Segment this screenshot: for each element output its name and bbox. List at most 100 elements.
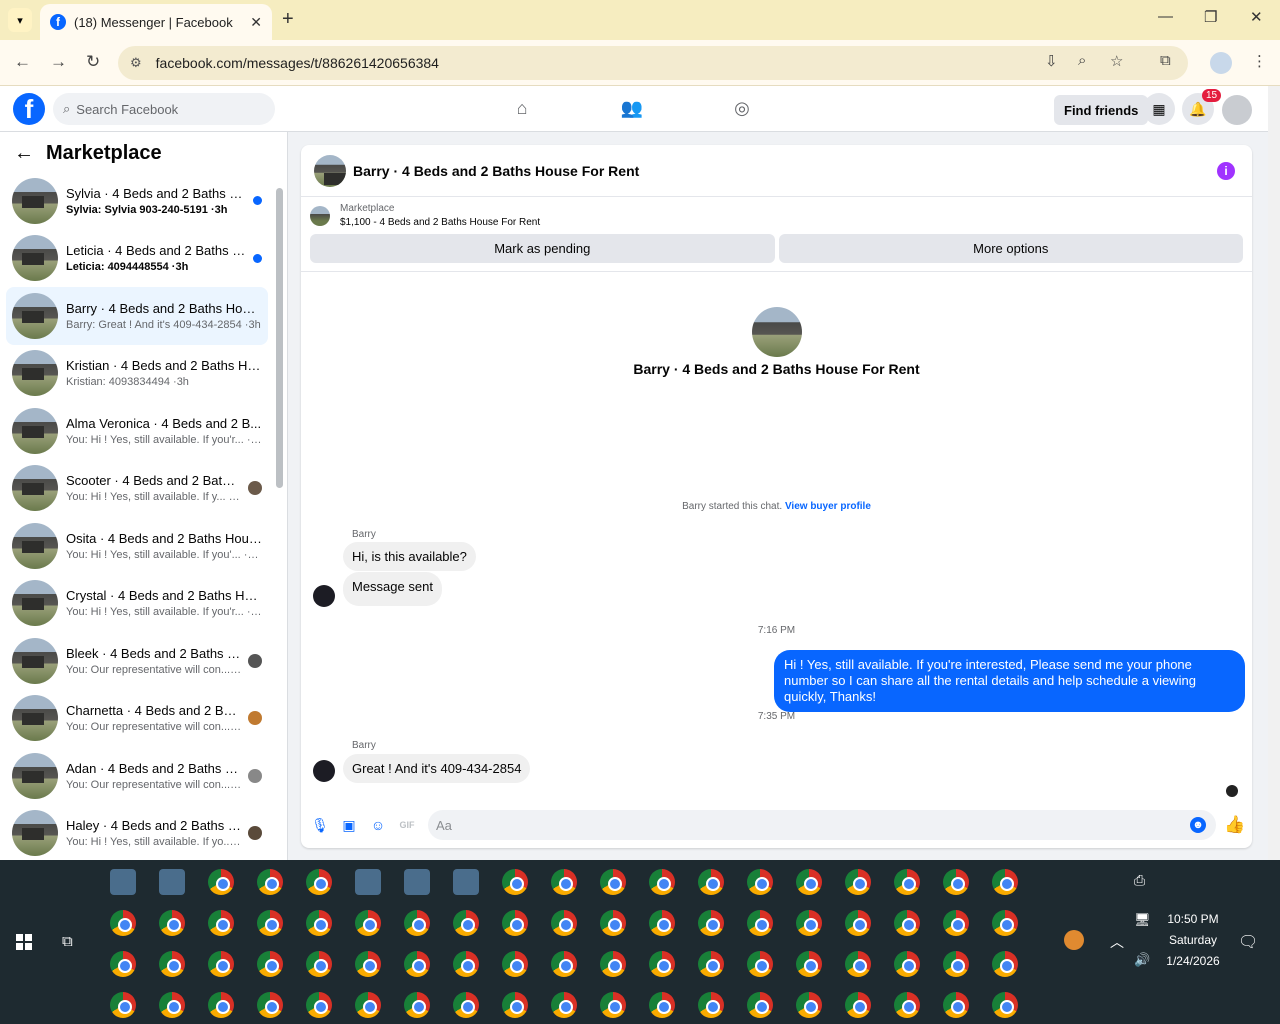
taskbar-app-icon[interactable]	[502, 951, 528, 977]
taskbar-app-icon[interactable]	[600, 910, 626, 936]
back-arrow-icon[interactable]: ←	[14, 142, 34, 165]
taskbar-app-icon[interactable]	[110, 910, 136, 936]
menu-grid-icon[interactable]: ▦	[1143, 93, 1175, 125]
taskbar-app-icon[interactable]	[306, 910, 332, 936]
taskbar-app-icon[interactable]	[943, 951, 969, 977]
taskbar-app-icon[interactable]	[404, 951, 430, 977]
taskbar-app-icon[interactable]	[355, 910, 381, 936]
taskbar-app-icon[interactable]	[159, 992, 185, 1018]
sticker-icon[interactable]: ☺	[370, 817, 386, 833]
taskbar-app-icon[interactable]	[306, 951, 332, 977]
tray-device-icon[interactable]: ⎙	[1134, 872, 1145, 889]
extensions-icon[interactable]: ⧉	[1160, 52, 1171, 69]
home-icon[interactable]: ⌂	[510, 96, 534, 120]
taskbar-app-icon[interactable]	[110, 992, 136, 1018]
marketplace-listing-row[interactable]: Marketplace $1,100 - 4 Beds and 2 Baths …	[301, 197, 1252, 234]
photo-icon[interactable]: ▣	[341, 817, 357, 833]
conversation-item-active[interactable]: Barry · 4 Beds and 2 Baths Hous... Barry:…	[6, 287, 268, 345]
conversation-item[interactable]: Sylvia · 4 Beds and 2 Baths Ho... Sylvia:…	[6, 172, 268, 230]
taskbar-app-icon[interactable]	[943, 869, 969, 895]
view-buyer-profile-link[interactable]: View buyer profile	[785, 501, 871, 512]
sender-avatar[interactable]	[313, 760, 335, 782]
conversation-item[interactable]: Adan · 4 Beds and 2 Baths Ho... You: Our …	[6, 747, 268, 805]
taskbar-app-icon[interactable]	[992, 992, 1018, 1018]
taskbar-app-icon[interactable]	[453, 869, 479, 895]
taskbar-app-icon[interactable]	[992, 951, 1018, 977]
incoming-message[interactable]: Message sent	[343, 572, 442, 606]
close-tab-icon[interactable]: ✕	[250, 14, 262, 31]
taskbar-app-icon[interactable]	[992, 869, 1018, 895]
taskbar-app-icon[interactable]	[502, 869, 528, 895]
taskbar-app-icon[interactable]	[257, 910, 283, 936]
taskbar-app-icon[interactable]	[747, 869, 773, 895]
message-input[interactable]: Aa ☻	[428, 810, 1216, 840]
browser-tab[interactable]: f (18) Messenger | Facebook ✕	[40, 4, 272, 40]
taskbar-app-icon[interactable]	[894, 910, 920, 936]
clock[interactable]: 10:50 PM Saturday 1/24/2026	[1158, 912, 1228, 968]
taskbar-app-icon[interactable]	[551, 869, 577, 895]
taskbar-app-icon[interactable]	[453, 910, 479, 936]
taskbar-app-icon[interactable]	[845, 992, 871, 1018]
taskbar-app-icon[interactable]	[600, 992, 626, 1018]
conversation-item[interactable]: Scooter · 4 Beds and 2 Baths ... You: Hi …	[6, 460, 268, 518]
mark-as-pending-button[interactable]: Mark as pending	[310, 234, 775, 263]
taskbar-app-icon[interactable]	[747, 992, 773, 1018]
taskbar-app-icon[interactable]	[551, 992, 577, 1018]
notification-center-icon[interactable]: 🗨	[1238, 932, 1258, 952]
taskbar-app-icon[interactable]	[845, 951, 871, 977]
taskbar-app-icon[interactable]	[649, 869, 675, 895]
taskbar-app-icon[interactable]	[208, 910, 234, 936]
taskbar-app-icon[interactable]	[404, 910, 430, 936]
conversation-item[interactable]: Osita · 4 Beds and 2 Baths Hous... You: H…	[6, 517, 268, 575]
conversation-item[interactable]: Haley · 4 Beds and 2 Baths H... You: Hi !…	[6, 805, 268, 861]
conversation-item[interactable]: Alma Veronica · 4 Beds and 2 B... You: Hi…	[6, 402, 268, 460]
browser-menu-icon[interactable]: ⋮	[1252, 52, 1267, 70]
taskbar-app-icon[interactable]	[355, 951, 381, 977]
taskbar-app-icon[interactable]	[747, 951, 773, 977]
taskbar-app-icon[interactable]	[355, 869, 381, 895]
taskbar-app-icon[interactable]	[649, 951, 675, 977]
taskbar-app-icon[interactable]	[502, 992, 528, 1018]
taskbar-app-icon[interactable]	[110, 869, 136, 895]
conversation-item[interactable]: Kristian · 4 Beds and 2 Baths Ho... Krist…	[6, 345, 268, 403]
taskbar-app-icon[interactable]	[159, 869, 185, 895]
taskbar-app-icon[interactable]	[208, 992, 234, 1018]
taskbar-app-icon[interactable]	[404, 992, 430, 1018]
url-omnibox[interactable]: ⚙ facebook.com/messages/t/88626142065638…	[118, 46, 1188, 80]
sender-avatar[interactable]	[313, 585, 335, 607]
taskbar-app-icon[interactable]	[698, 992, 724, 1018]
emoji-icon[interactable]: ☻	[1190, 817, 1206, 833]
friends-icon[interactable]: 👥	[620, 96, 644, 120]
taskbar-app-icon[interactable]	[306, 992, 332, 1018]
taskbar-app-icon[interactable]	[698, 951, 724, 977]
account-avatar[interactable]	[1222, 95, 1252, 125]
taskbar-app-icon[interactable]	[796, 869, 822, 895]
taskbar-app-icon[interactable]	[110, 951, 136, 977]
taskbar-app-icon[interactable]	[943, 992, 969, 1018]
taskbar-app-icon[interactable]	[502, 910, 528, 936]
taskbar-app-icon[interactable]	[698, 869, 724, 895]
sidebar-scrollbar[interactable]	[276, 188, 283, 488]
taskbar-app-icon[interactable]	[796, 992, 822, 1018]
page-scrollbar[interactable]	[1268, 86, 1280, 860]
taskbar-app-icon[interactable]	[649, 910, 675, 936]
gif-icon[interactable]: GIF	[399, 817, 415, 833]
taskbar-app-icon[interactable]	[894, 951, 920, 977]
taskbar-app-icon[interactable]	[159, 910, 185, 936]
taskbar-app-icon[interactable]	[796, 951, 822, 977]
search-facebook-input[interactable]: ⌕ Search Facebook	[53, 93, 275, 125]
facebook-logo-icon[interactable]: f	[13, 93, 45, 125]
incoming-message[interactable]: Great ! And it's 409-434-2854	[343, 754, 531, 783]
taskbar-app-icon[interactable]	[159, 951, 185, 977]
taskbar-app-icon[interactable]	[894, 869, 920, 895]
taskbar-app-icon[interactable]	[551, 910, 577, 936]
taskbar-app-icon[interactable]	[845, 910, 871, 936]
volume-icon[interactable]: 🔊	[1134, 952, 1150, 968]
zoom-icon[interactable]: ⌕	[1078, 52, 1086, 69]
taskbar-app-icon[interactable]	[698, 910, 724, 936]
task-view-icon[interactable]: ⧉	[62, 933, 73, 950]
restore-icon[interactable]: ❐	[1204, 8, 1217, 26]
taskbar-app-icon[interactable]	[306, 869, 332, 895]
reload-icon[interactable]: ↻	[86, 52, 100, 72]
taskbar-app-icon[interactable]	[600, 869, 626, 895]
